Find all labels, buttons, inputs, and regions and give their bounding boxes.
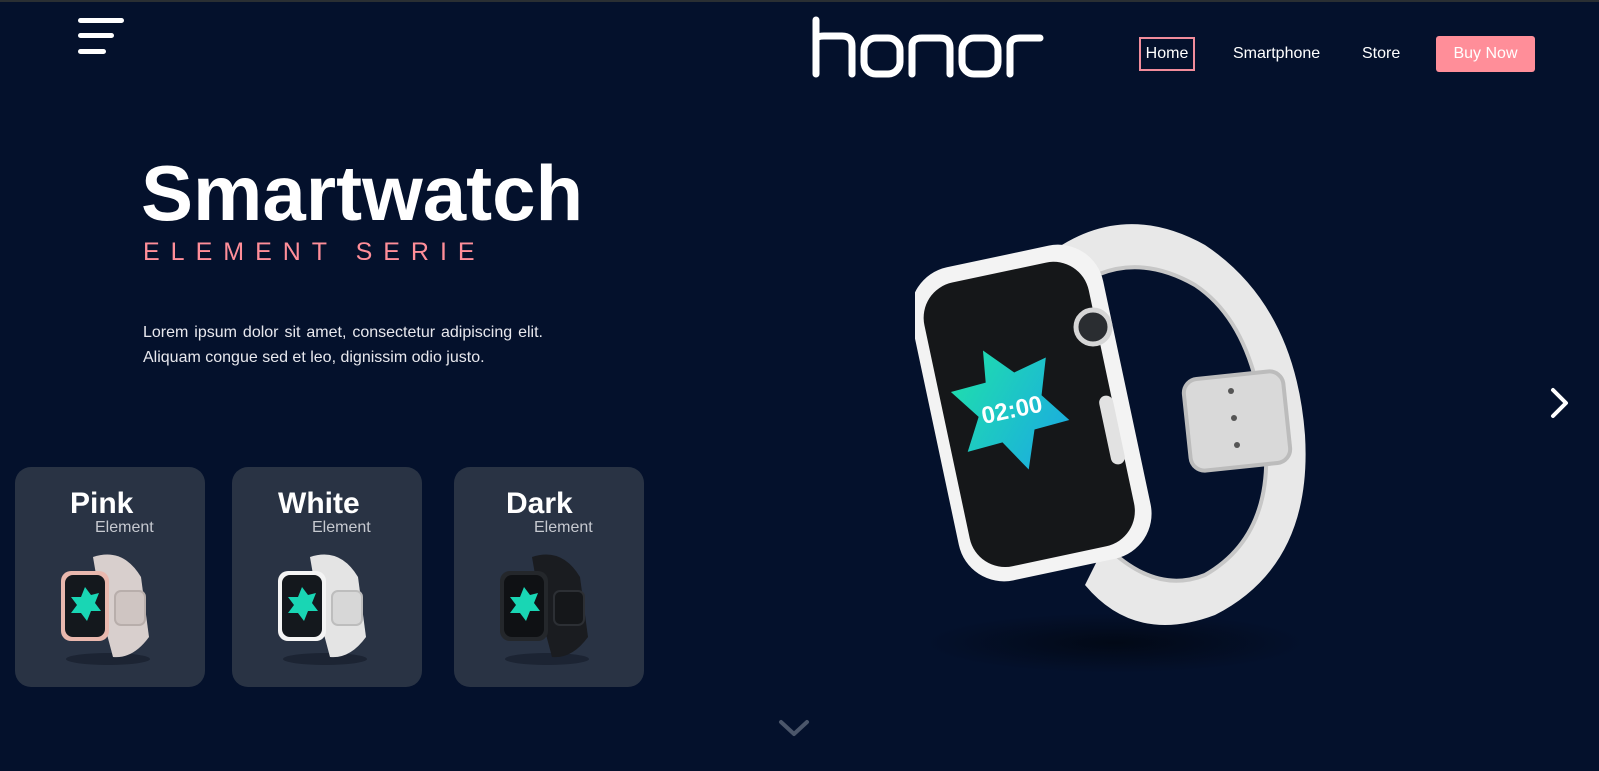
variant-name: White: [278, 487, 360, 520]
variant-name: Pink: [70, 487, 134, 520]
hero-subtitle: ELEMENT SERIE: [143, 238, 486, 266]
hero-description: Lorem ipsum dolor sit amet, consectetur …: [143, 324, 543, 366]
main-nav: Home Smartphone Store: [0, 37, 1599, 73]
top-border: [0, 0, 1599, 2]
chevron-down-icon[interactable]: [778, 718, 810, 738]
main-watch-image: 02:00: [915, 224, 1306, 673]
buy-now-button[interactable]: Buy Now: [1436, 36, 1535, 72]
nav-store[interactable]: Store: [1362, 37, 1400, 71]
nav-smartphone[interactable]: Smartphone: [1233, 37, 1320, 71]
variant-sub: Element: [95, 519, 154, 536]
nav-home[interactable]: Home: [1139, 37, 1195, 71]
variant-card-pink[interactable]: Pink Element: [15, 467, 205, 687]
variant-card-white[interactable]: White Element: [232, 467, 422, 687]
hero-title: Smartwatch: [141, 149, 584, 237]
variant-name: Dark: [506, 487, 573, 520]
variant-sub: Element: [534, 519, 593, 536]
pink-watch-image: [61, 554, 150, 665]
variant-card-dark[interactable]: Dark Element: [454, 467, 644, 687]
dark-watch-image: [500, 554, 589, 665]
white-watch-image: [278, 554, 367, 665]
variant-sub: Element: [312, 519, 371, 536]
chevron-right-icon[interactable]: [1548, 386, 1572, 420]
